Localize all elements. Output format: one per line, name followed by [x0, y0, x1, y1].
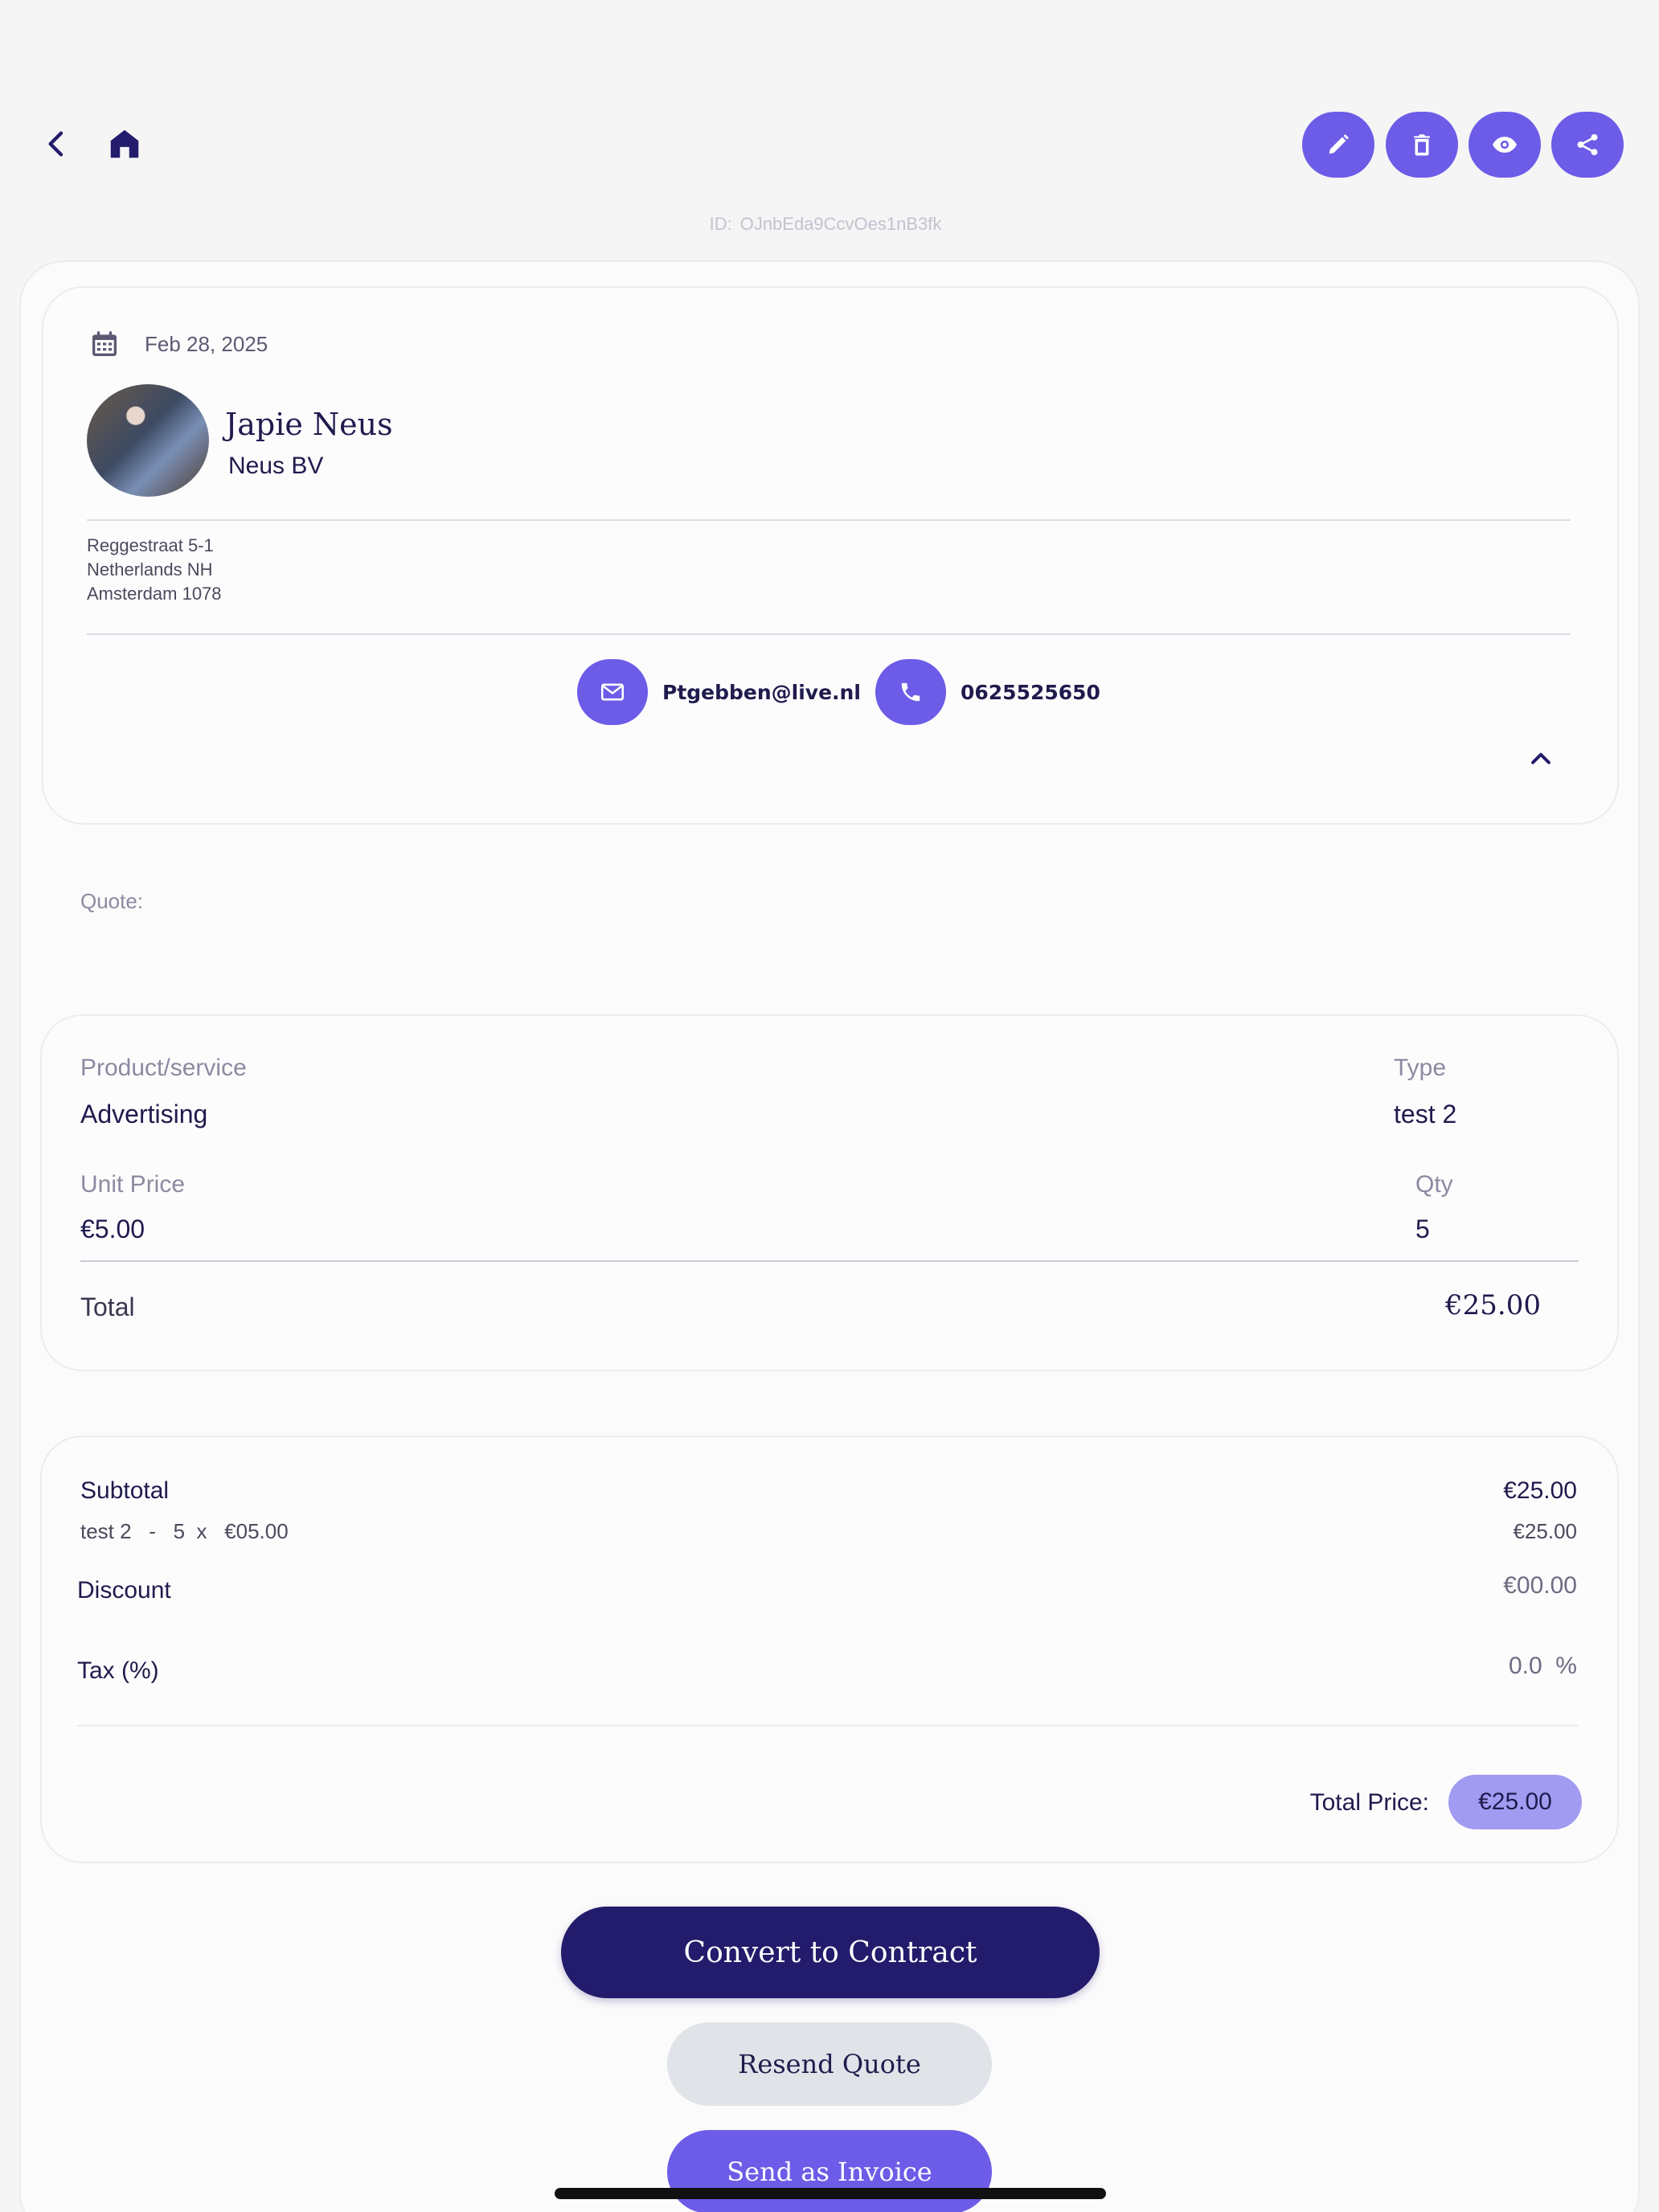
- unit-price-value: €5.00: [80, 1215, 145, 1243]
- line-item-card: [40, 1014, 1619, 1371]
- phone-icon: [901, 682, 920, 702]
- contact-name: Japie Neus: [225, 407, 393, 442]
- divider: [87, 519, 1571, 521]
- id-value: OJnbEda9CcvOes1nB3fk: [739, 214, 942, 234]
- mail-icon: [600, 683, 625, 701]
- quote-label: Quote:: [80, 889, 144, 913]
- type-value: test 2: [1394, 1100, 1457, 1129]
- total-price-label: Total Price:: [1309, 1789, 1429, 1816]
- home-button[interactable]: [96, 116, 153, 172]
- line-detail: test 2 - 5 x €05.00: [80, 1519, 289, 1543]
- share-icon: [1577, 133, 1598, 156]
- avatar: [87, 384, 209, 497]
- email-text: Ptgebben@live.nl: [662, 680, 861, 704]
- address-line-1: Reggestraat 5-1: [87, 535, 214, 555]
- trash-icon: [1414, 134, 1430, 156]
- total-label: Total: [80, 1292, 135, 1321]
- divider: [80, 1260, 1579, 1262]
- qty-value: 5: [1415, 1215, 1430, 1243]
- email-link[interactable]: Ptgebben@live.nl: [577, 659, 861, 725]
- unit-price-label: Unit Price: [80, 1171, 186, 1198]
- resend-quote-button[interactable]: Resend Quote: [667, 2022, 992, 2106]
- address-line-3: Amsterdam 1078: [87, 584, 222, 604]
- total-value: €25.00: [1445, 1289, 1541, 1321]
- type-label: Type: [1394, 1055, 1447, 1081]
- date-row: Feb 28, 2025: [88, 328, 268, 360]
- chevron-left-icon: [48, 131, 63, 157]
- share-button[interactable]: [1551, 112, 1624, 178]
- tax-label: Tax (%): [77, 1657, 159, 1684]
- eye-icon: [1493, 137, 1517, 153]
- record-id: ID: OJnbEda9CcvOes1nB3fk: [0, 214, 1659, 235]
- quote-date: Feb 28, 2025: [145, 331, 268, 356]
- address-line-2: Netherlands NH: [87, 559, 213, 580]
- discount-value: €00.00: [1503, 1572, 1577, 1599]
- tax-value: 0.0 %: [1508, 1653, 1577, 1679]
- convert-to-contract-button[interactable]: Convert to Contract: [561, 1907, 1100, 1998]
- total-price-badge: €25.00: [1448, 1775, 1582, 1829]
- id-label: ID:: [709, 214, 732, 234]
- back-button[interactable]: [29, 116, 85, 172]
- home-indicator: [555, 2188, 1106, 2199]
- contact-company: Neus BV: [228, 453, 324, 479]
- edit-button[interactable]: [1302, 112, 1374, 178]
- collapse-button[interactable]: [1513, 730, 1569, 786]
- preview-button[interactable]: [1469, 112, 1541, 178]
- product-label: Product/service: [80, 1055, 247, 1081]
- discount-label: Discount: [77, 1577, 171, 1604]
- qty-label: Qty: [1415, 1171, 1453, 1198]
- phone-text: 0625525650: [961, 680, 1100, 704]
- contact-card: [42, 286, 1619, 825]
- divider: [87, 633, 1571, 635]
- divider: [77, 1725, 1579, 1727]
- subtotal-value: €25.00: [1503, 1477, 1577, 1504]
- line-value: €25.00: [1513, 1519, 1577, 1543]
- phone-button[interactable]: [875, 659, 946, 725]
- pencil-icon: [1329, 133, 1350, 154]
- home-icon: [110, 129, 139, 158]
- calendar-icon: [92, 331, 117, 356]
- phone-link[interactable]: 0625525650: [875, 659, 1100, 725]
- chevron-up-icon: [1531, 752, 1550, 764]
- send-as-invoice-button[interactable]: Send as Invoice: [667, 2130, 992, 2212]
- email-button[interactable]: [577, 659, 648, 725]
- delete-button[interactable]: [1386, 112, 1458, 178]
- subtotal-label: Subtotal: [80, 1477, 170, 1504]
- product-value: Advertising: [80, 1100, 208, 1129]
